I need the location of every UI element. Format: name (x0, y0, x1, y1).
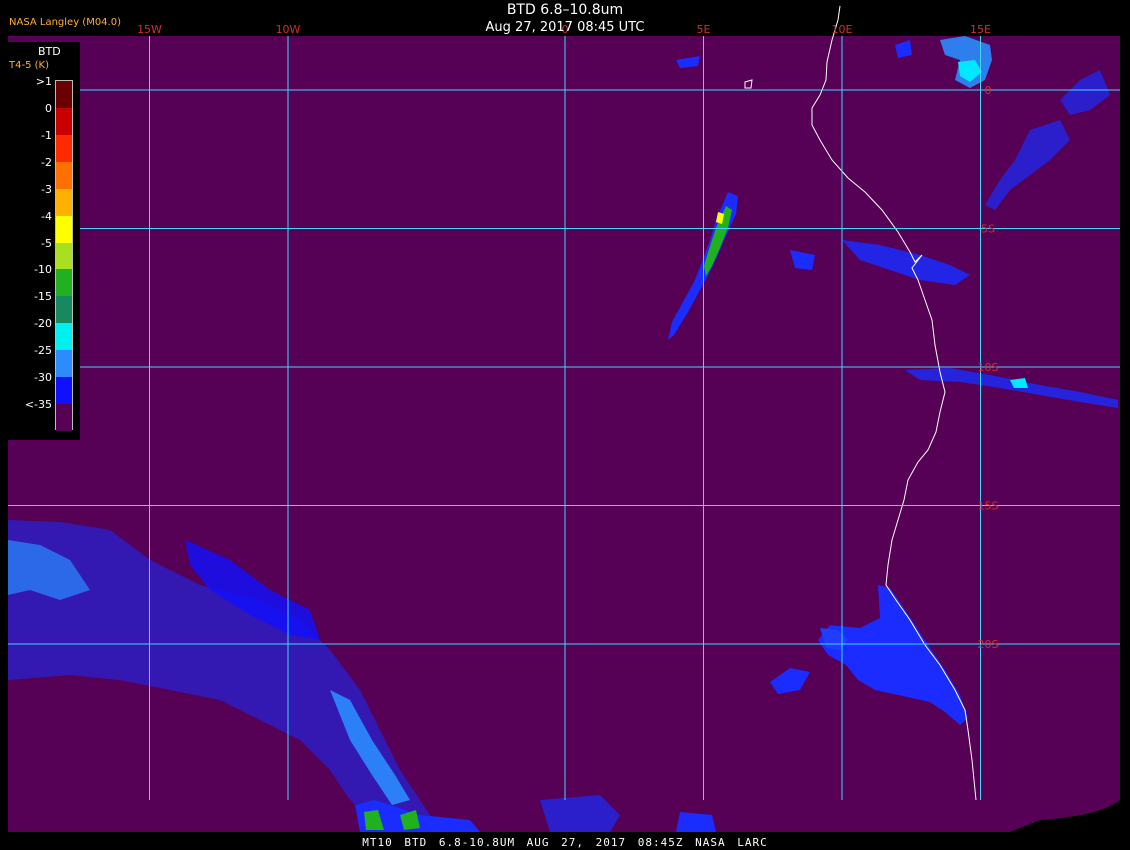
latitude-label: 20S (978, 638, 999, 651)
legend-label: -15 (34, 290, 52, 304)
footer-caption: MT10 BTD 6.8-10.8UM AUG 27, 2017 08:45Z … (362, 836, 768, 849)
legend-swatch (56, 161, 72, 189)
legend-label: -2 (41, 155, 52, 169)
legend-label: -5 (41, 236, 52, 250)
legend-swatch (56, 296, 72, 324)
satellite-map: 15W 10W 0 5E 10E 15E05S10S15S20S (0, 0, 1130, 850)
color-legend: BTD T4-5 (K) >1 0 -1 -2 -3 -4 -5 -10 -15 -20 -25 -3… (8, 42, 80, 440)
map-title: BTD 6.8–10.8um (506, 2, 624, 18)
legend-label: -10 (34, 263, 52, 277)
legend-label: -30 (34, 371, 52, 385)
legend-label: -4 (41, 209, 52, 223)
latitude-label: 10S (978, 361, 999, 374)
legend-swatch (56, 323, 72, 351)
legend-swatch (56, 81, 72, 108)
legend-swatch (56, 107, 72, 135)
legend-label: 0 (45, 101, 52, 115)
legend-colorbar (55, 80, 73, 431)
legend-label: <-35 (24, 398, 52, 412)
legend-swatch (56, 350, 72, 378)
legend-labels: >1 0 -1 -2 -3 -4 -5 -10 -15 -20 -25 -30 <-35 (8, 42, 52, 440)
latitude-label: 15S (978, 500, 999, 513)
legend-swatch (56, 269, 72, 297)
legend-swatch (56, 215, 72, 243)
legend-label: >1 (35, 75, 52, 88)
legend-swatch (56, 242, 72, 270)
legend-swatch (56, 404, 72, 431)
legend-swatch (56, 377, 72, 405)
legend-label: -20 (34, 317, 52, 331)
legend-label: -25 (34, 344, 52, 358)
legend-swatch (56, 188, 72, 216)
latitude-label: 5S (981, 223, 995, 236)
map-datetime: Aug 27, 2017 08:45 UTC (485, 20, 645, 35)
source-label: NASA Langley (M04.0) (9, 17, 121, 28)
legend-label: -1 (41, 128, 52, 142)
legend-label: -3 (41, 182, 52, 196)
latitude-label: 0 (985, 84, 992, 97)
legend-swatch (56, 134, 72, 162)
